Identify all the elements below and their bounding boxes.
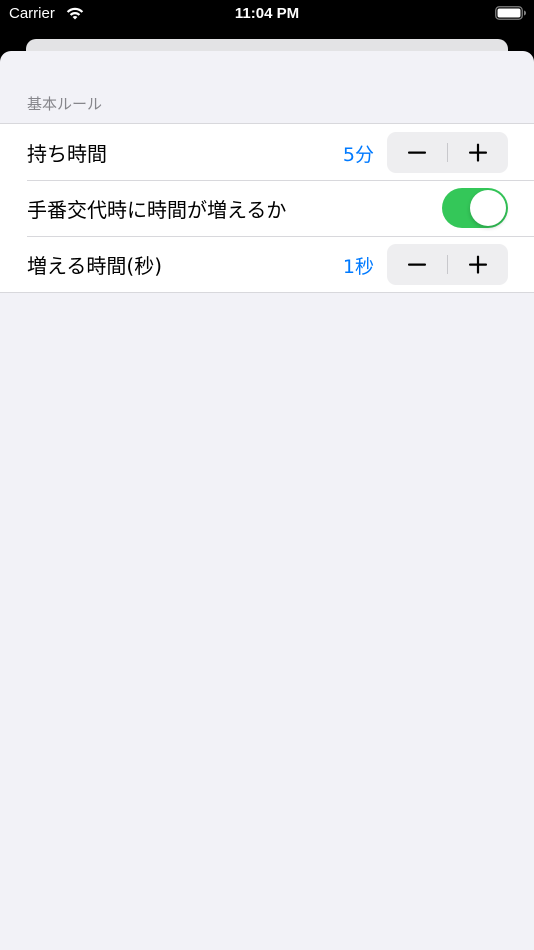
- section-header: 基本ルール: [27, 95, 103, 113]
- holding-time-decrement-button[interactable]: [387, 132, 447, 173]
- increment-seconds-value: 1秒: [342, 256, 374, 278]
- increment-seconds-label: 増える時間(秒): [27, 254, 163, 278]
- row-holding-time: 持ち時間 5分: [0, 124, 534, 180]
- increment-seconds-stepper: [387, 244, 508, 285]
- increment-on-turn-label: 手番交代時に時間が増えるか: [27, 198, 287, 222]
- status-time: 11:04 PM: [234, 5, 300, 22]
- battery-icon: [495, 6, 526, 20]
- status-bar: Carrier 11:04 PM: [0, 0, 534, 30]
- minus-icon: [408, 263, 426, 266]
- increment-seconds-decrement-button[interactable]: [387, 244, 447, 285]
- plus-icon: [469, 143, 487, 162]
- row-increment-seconds: 増える時間(秒) 1秒: [0, 236, 534, 292]
- increment-seconds-increment-button[interactable]: [448, 244, 508, 285]
- holding-time-increment-button[interactable]: [448, 132, 508, 173]
- row-increment-on-turn: 手番交代時に時間が増えるか: [0, 180, 534, 236]
- holding-time-label: 持ち時間: [27, 142, 107, 166]
- toggle-knob: [470, 190, 506, 226]
- settings-group: 持ち時間 5分 手番交代時に時間が増えるか 増える時間(秒) 1秒: [0, 123, 534, 293]
- holding-time-value: 5分: [342, 144, 374, 166]
- increment-on-turn-toggle[interactable]: [442, 188, 508, 228]
- minus-icon: [408, 151, 426, 154]
- plus-icon: [469, 255, 487, 274]
- holding-time-stepper: [387, 132, 508, 173]
